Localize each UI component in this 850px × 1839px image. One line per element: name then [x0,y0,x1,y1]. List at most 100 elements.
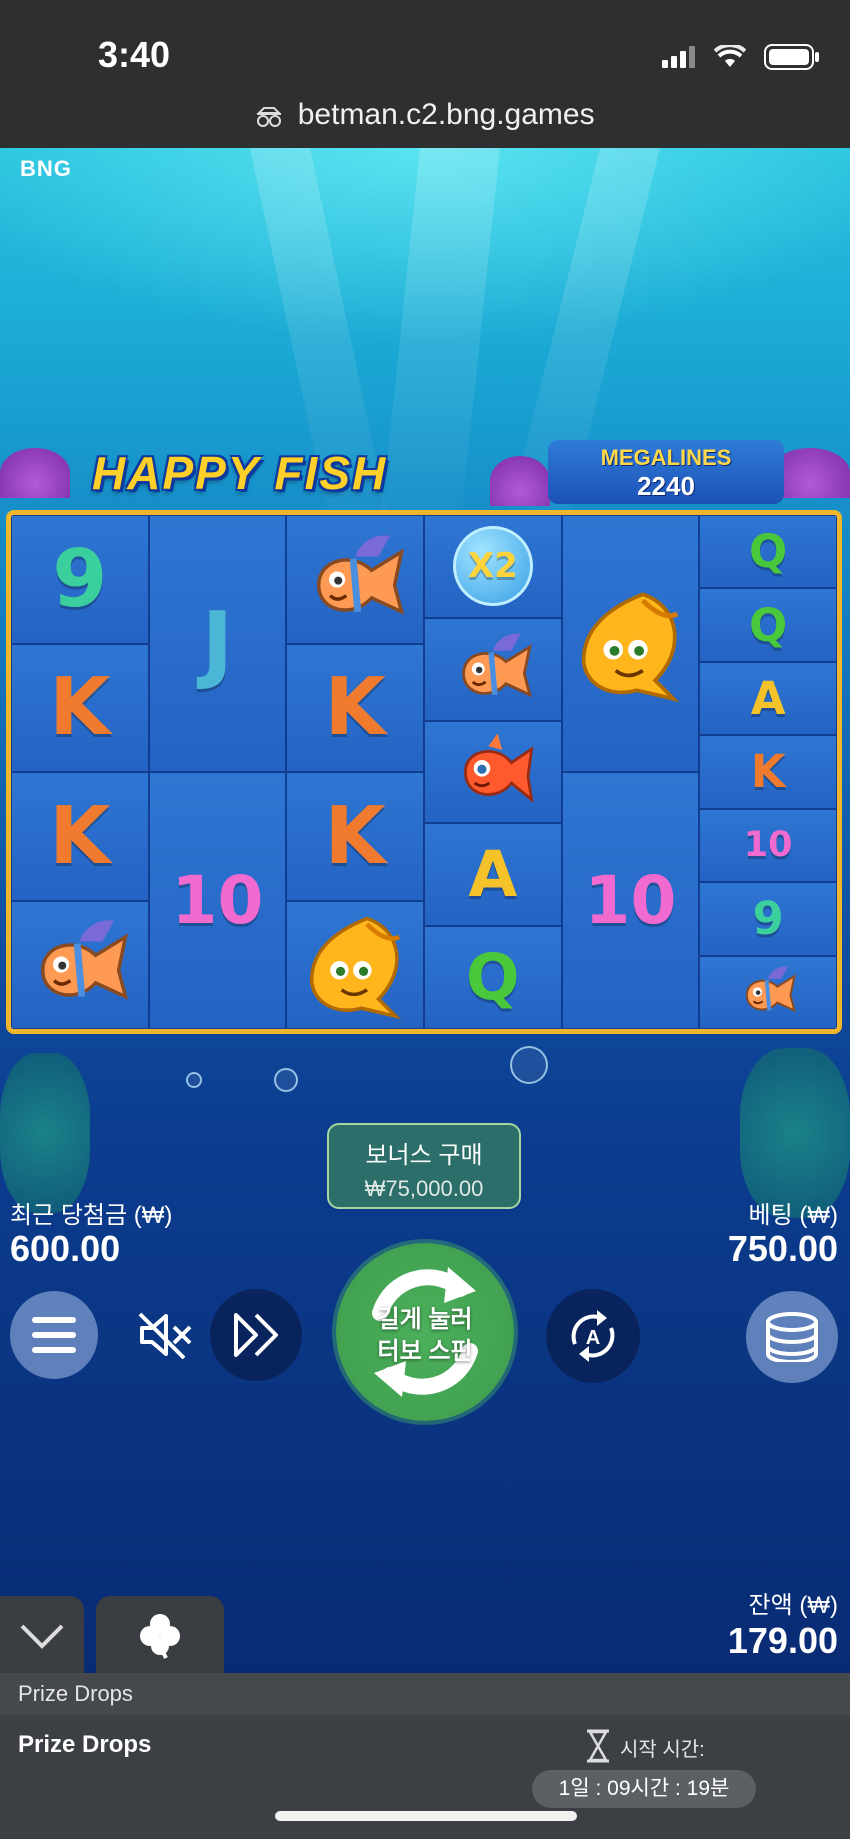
reel-cell: K [286,772,424,901]
symbol-j: J [201,594,234,693]
symbol-a: A [750,672,786,726]
goldfish-icon [309,916,401,1020]
symbol-k: K [750,745,786,799]
prize-drops-header-text: Prize Drops [18,1681,133,1706]
megalines-label: MEGALINES [600,445,732,470]
symbol-k: K [49,661,111,754]
turbo-icon [234,1313,278,1357]
reel-cell: K [286,643,424,772]
reel-cell: Q [699,515,837,589]
last-win-value: 600.00 [10,1228,121,1269]
multiplier-bubble: X2 [452,526,533,607]
clock: 3:40 [98,34,171,75]
reel-cell [286,900,424,1029]
symbol-k: K [324,661,386,754]
collapse-tab[interactable] [0,1596,84,1674]
bet-label: 베팅 (₩) [748,1202,838,1229]
autoplay-icon: A [571,1310,615,1362]
reef-decoration [0,1053,90,1213]
sound-button[interactable] [134,1303,198,1367]
reel-cell: K [699,735,837,809]
status-icons [662,44,820,70]
menu-button[interactable] [10,1291,98,1379]
turbo-button[interactable] [210,1289,302,1381]
clownfish-icon [746,966,797,1013]
reel-cell: 10 [699,808,837,883]
prize-drops-title: Prize Drops [18,1731,152,1758]
reel-cell [699,955,837,1029]
clownfish-icon [462,633,532,698]
game-area[interactable]: BNG HAPPY FISH MEGALINES 2240 9 K K J 10 K K X2… [0,148,850,1673]
bet-value[interactable]: 750.00 [728,1228,838,1270]
megalines-badge: MEGALINES 2240 [548,440,784,504]
sound-off-icon [138,1312,192,1360]
bonus-buy-title: 보너스 구매 [365,1142,483,1169]
hourglass-icon [587,1729,609,1763]
reel-cell: X2 [424,515,562,618]
secure-icon [256,107,282,128]
reel-grid: 9 K K J 10 K K X2 A Q 10 Q Q A K 10 9 [6,510,842,1034]
bubble [186,1072,202,1088]
autoplay-button[interactable]: A [546,1289,640,1383]
reel-cell [286,515,424,644]
countdown-timer: 1일 : 09시간 : 19분 [532,1770,756,1808]
menu-icon [32,1317,76,1353]
symbol-a: A [468,838,518,912]
reel-cell: K [11,643,149,772]
start-time-label: 시작 시간: [620,1739,705,1761]
home-indicator [275,1811,577,1821]
symbol-q: Q [466,941,520,1015]
spin-hint-line1: 길게 눌러 [377,1306,473,1333]
reel-cell [424,720,562,824]
svg-text:A: A [586,1327,600,1349]
goldfish-icon [581,592,680,703]
chevron-down-icon [20,1624,64,1649]
symbol-10: 10 [743,824,793,865]
reel-cell: J [148,515,287,772]
url-text: betman.c2.bng.games [297,98,595,131]
balance-label: 잔액 (₩) [748,1592,838,1619]
bonus-buy-button[interactable]: 보너스 구매 ₩75,000.00 [327,1123,521,1209]
browser-status-bar: 3:40 betman.c2.bng.games [0,0,850,148]
address-bar[interactable]: betman.c2.bng.games [0,98,850,132]
clover-icon [140,1614,180,1659]
symbol-10: 10 [171,861,264,939]
symbol-9: 9 [752,892,784,946]
signal-icon [662,46,695,68]
provider-logo: BNG [20,156,72,181]
red-fish-icon [463,733,534,803]
multiplier-text: X2 [467,546,518,587]
symbol-10: 10 [584,861,677,939]
bet-settings-button[interactable] [746,1291,838,1383]
reel-cell [11,900,149,1029]
clover-tab[interactable] [96,1596,224,1674]
reel-cell [424,617,562,721]
prize-drops-header: Prize Drops [0,1673,850,1715]
symbol-9: 9 [52,532,108,625]
megalines-value: 2240 [637,471,695,501]
reel-cell: 9 [699,882,837,956]
reel-cell: Q [699,588,837,662]
symbol-k: K [324,789,386,882]
reel-cell [561,515,700,772]
title-row: HAPPY FISH MEGALINES 2240 [0,440,850,508]
game-logo: HAPPY FISH [92,447,388,499]
reel-cell: K [11,772,149,901]
spin-button[interactable]: 길게 눌러 터보 스핀 [336,1243,514,1421]
balance-value: 179.00 [727,1620,838,1661]
clownfish-icon [41,920,129,1001]
reel-cell: Q [424,926,562,1029]
symbol-q: Q [749,525,788,579]
reel-cell: 10 [148,772,287,1029]
bubble [510,1046,548,1084]
wifi-icon [714,45,746,67]
symbol-q: Q [749,598,788,652]
reel-cell: 10 [561,772,700,1029]
bubble [274,1068,298,1092]
coins-icon [766,1312,818,1362]
clownfish-icon [316,535,404,615]
symbol-k: K [49,789,111,882]
reef-decoration [740,1048,850,1218]
reel-cell: A [424,823,562,927]
reel-cell: A [699,661,837,736]
